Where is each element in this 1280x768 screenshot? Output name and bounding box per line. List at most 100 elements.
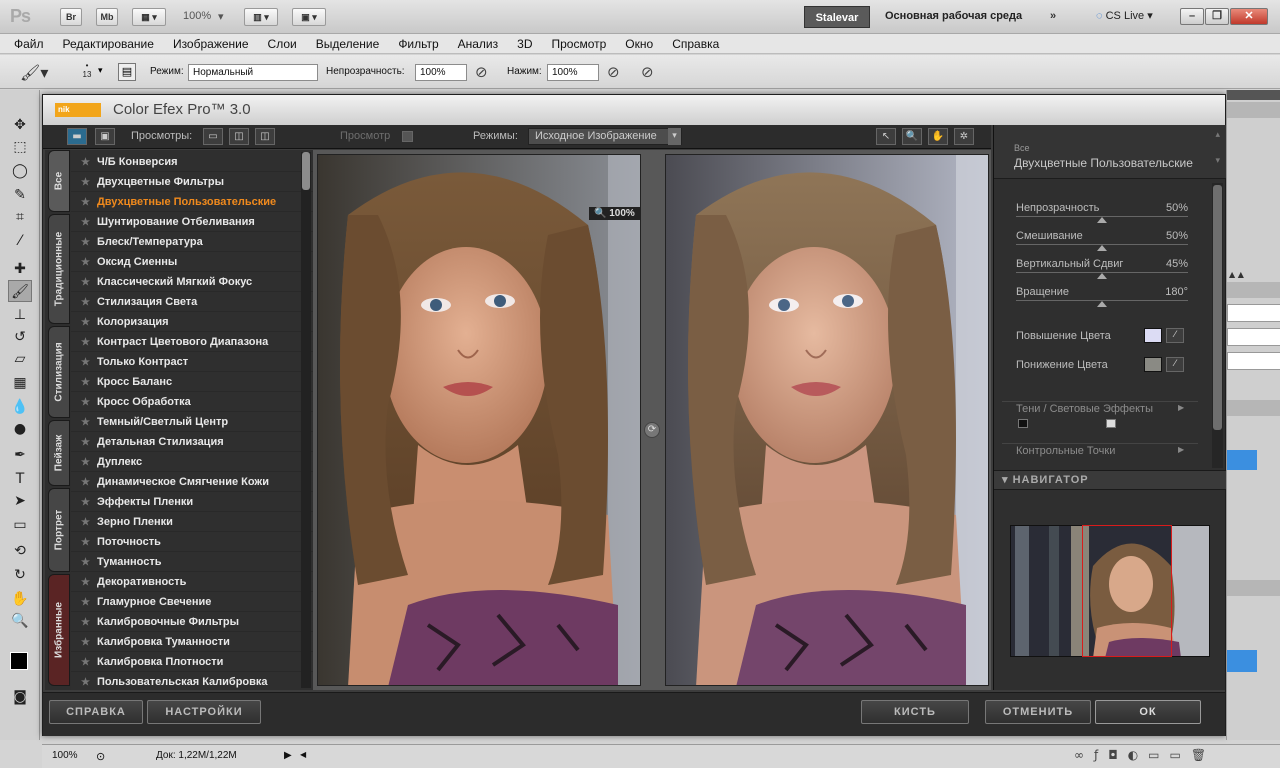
filter-item[interactable]: ★ Блеск/Температура — [71, 232, 327, 252]
highlight-swatch[interactable] — [1106, 419, 1116, 428]
split-view-icon[interactable]: ▣ — [95, 128, 115, 145]
close-button[interactable]: ✕ — [1230, 8, 1268, 25]
lasso-tool-icon[interactable]: ◯ — [8, 160, 32, 182]
filter-item[interactable]: ★ Эффекты Пленки — [71, 492, 327, 512]
view-extras-button[interactable]: ▦ ▾ — [132, 8, 166, 26]
favorite-star-icon[interactable]: ★ — [81, 457, 90, 468]
expand-arrow-icon[interactable]: ▶ — [1178, 445, 1184, 454]
menu-layers[interactable]: Слои — [268, 34, 297, 53]
hand-tool-icon[interactable]: ✋ — [8, 588, 32, 610]
filter-item[interactable]: ★ Динамическое Смягчение Кожи — [71, 472, 327, 492]
type-tool-icon[interactable]: T — [8, 468, 32, 490]
3d-rotate-tool-icon[interactable]: ⟲ — [8, 540, 32, 562]
pen-tool-icon[interactable]: ✒ — [8, 444, 32, 466]
shape-tool-icon[interactable]: ▭ — [8, 514, 32, 536]
tab-favorites[interactable]: Избранные — [48, 574, 70, 686]
navigator-view-rect[interactable] — [1082, 525, 1172, 657]
expand-arrow-icon[interactable]: ▶ — [1178, 403, 1184, 412]
brush-tool-preset-icon[interactable]: 🖌▾ — [20, 63, 48, 82]
filter-item[interactable]: ★ Темный/Светлый Центр — [71, 412, 327, 432]
swap-views-icon[interactable]: ⟳ — [644, 422, 660, 438]
favorite-star-icon[interactable]: ★ — [81, 217, 90, 228]
menu-window[interactable]: Окно — [625, 34, 653, 53]
filter-item[interactable]: ★ Контраст Цветового Диапазона — [71, 332, 327, 352]
quick-select-tool-icon[interactable]: ✎ — [8, 184, 32, 206]
hand-tool-icon[interactable]: ✋ — [928, 128, 948, 145]
menu-file[interactable]: Файл — [14, 34, 44, 53]
favorite-star-icon[interactable]: ★ — [81, 337, 90, 348]
favorite-star-icon[interactable]: ★ — [81, 377, 90, 388]
filter-item[interactable]: ★ Шунтирование Отбеливания — [71, 212, 327, 232]
quick-mask-icon[interactable]: ◙ — [8, 686, 32, 708]
marquee-tool-icon[interactable]: ⬚ — [8, 136, 32, 158]
restore-button[interactable]: ❐ — [1205, 8, 1229, 25]
filter-item[interactable]: ★ Двухцветные Пользовательские — [71, 192, 327, 212]
panel-tab[interactable] — [1227, 580, 1280, 596]
favorite-star-icon[interactable]: ★ — [81, 437, 90, 448]
flow-field[interactable]: 100% — [547, 64, 599, 81]
filter-item[interactable]: ★ Калибровка Туманности — [71, 632, 327, 652]
menu-analysis[interactable]: Анализ — [458, 34, 499, 53]
3d-orbit-tool-icon[interactable]: ↻ — [8, 564, 32, 586]
arrange-documents-button[interactable]: ▥ ▾ — [244, 8, 278, 26]
zoom-tool-icon[interactable]: 🔍 — [8, 610, 32, 632]
favorite-star-icon[interactable]: ★ — [81, 597, 90, 608]
control-points-label[interactable]: Контрольные Точки — [1016, 445, 1115, 457]
status-info-icon[interactable]: ⊙ — [96, 750, 105, 763]
menu-filter[interactable]: Фильтр — [398, 34, 438, 53]
panel-header[interactable] — [1227, 90, 1280, 100]
panel-row[interactable] — [1227, 352, 1280, 370]
slider-knob[interactable] — [1097, 301, 1107, 307]
shadow-swatch[interactable] — [1018, 419, 1028, 428]
favorite-star-icon[interactable]: ★ — [81, 537, 90, 548]
favorite-star-icon[interactable]: ★ — [81, 557, 90, 568]
favorite-star-icon[interactable]: ★ — [81, 637, 90, 648]
opacity-field[interactable]: 100% — [415, 64, 467, 81]
favorite-star-icon[interactable]: ★ — [81, 677, 90, 688]
filter-list-scrollbar[interactable] — [301, 152, 311, 688]
gradient-tool-icon[interactable]: ▦ — [8, 372, 32, 394]
favorite-star-icon[interactable]: ★ — [81, 617, 90, 628]
filter-item[interactable]: ★ Пользовательская Калибровка — [71, 672, 327, 690]
favorite-star-icon[interactable]: ★ — [81, 477, 90, 488]
settings-scroll-thumb[interactable] — [1213, 185, 1222, 430]
crop-tool-icon[interactable]: ⌗ — [8, 206, 32, 228]
filter-item[interactable]: ★ Кросс Баланс — [71, 372, 327, 392]
mode-select[interactable]: Нормальный — [188, 64, 318, 81]
filter-item[interactable]: ★ Только Контраст — [71, 352, 327, 372]
zoom-tool-icon[interactable]: 🔍 — [902, 128, 922, 145]
filter-item[interactable]: ★ Кросс Обработка — [71, 392, 327, 412]
single-view-icon[interactable]: ▬ — [67, 128, 87, 145]
opacity-pressure-icon[interactable]: ⊘ — [475, 63, 488, 81]
tab-landscape[interactable]: Пейзаж — [48, 420, 70, 486]
brush-button[interactable]: КИСТЬ — [861, 700, 969, 724]
eyedropper-icon[interactable]: ⁄ — [1166, 328, 1184, 343]
menu-3d[interactable]: 3D — [517, 34, 532, 53]
favorite-star-icon[interactable]: ★ — [81, 517, 90, 528]
workspace-stalevar-button[interactable]: Stalevar — [804, 6, 870, 28]
filter-item[interactable]: ★ Поточность — [71, 532, 327, 552]
airbrush-icon[interactable]: ⊘ — [607, 63, 620, 81]
filter-item[interactable]: ★ Двухцветные Фильтры — [71, 172, 327, 192]
menu-image[interactable]: Изображение — [173, 34, 249, 53]
move-tool-icon[interactable]: ✥ — [8, 114, 32, 136]
screen-mode-button[interactable]: ▣ ▾ — [292, 8, 326, 26]
filter-item[interactable]: ★ Колоризация — [71, 312, 327, 332]
filtered-image-preview[interactable] — [665, 154, 989, 686]
dodge-tool-icon[interactable]: ● — [8, 418, 32, 440]
brush-tool-icon[interactable]: 🖌 — [8, 280, 32, 302]
favorite-star-icon[interactable]: ★ — [81, 397, 90, 408]
path-select-tool-icon[interactable]: ➤ — [8, 490, 32, 512]
filter-item[interactable]: ★ Туманность — [71, 552, 327, 572]
scroll-left-icon[interactable]: ◀ — [300, 750, 306, 759]
slider-knob[interactable] — [1097, 273, 1107, 279]
filter-item[interactable]: ★ Калибровочные Фильтры — [71, 612, 327, 632]
panel-row[interactable] — [1227, 304, 1280, 322]
shadows-highlights-label[interactable]: Тени / Световые Эффекты — [1016, 403, 1153, 415]
filter-item[interactable]: ★ Оксид Сиенны — [71, 252, 327, 272]
favorite-star-icon[interactable]: ★ — [81, 357, 90, 368]
preview-checkbox[interactable] — [402, 131, 413, 142]
navigator-header[interactable]: ▾ НАВИГАТОР — [994, 470, 1226, 490]
favorite-star-icon[interactable]: ★ — [81, 297, 90, 308]
tab-portrait[interactable]: Портрет — [48, 488, 70, 572]
